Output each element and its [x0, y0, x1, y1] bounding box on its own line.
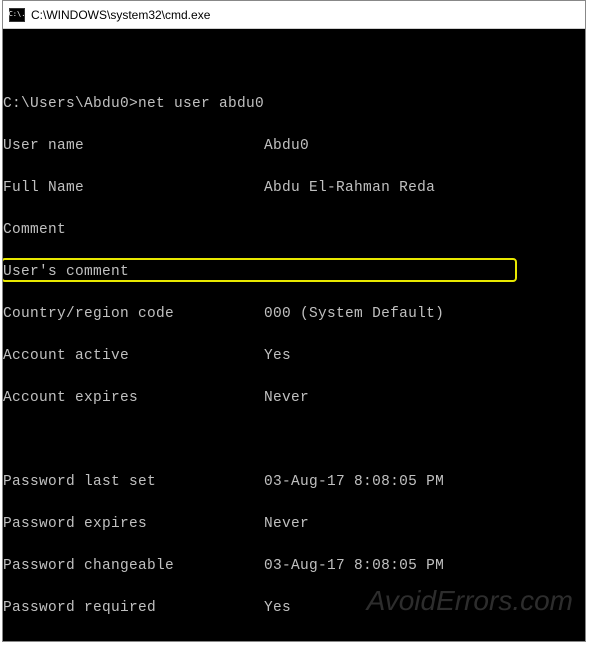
titlebar[interactable]: C:\. C:\WINDOWS\system32\cmd.exe — [3, 1, 585, 29]
field-value: Yes — [264, 600, 291, 616]
field-label: Password last set — [3, 474, 264, 490]
field-label: Password expires — [3, 516, 264, 532]
terminal-output[interactable]: C:\Users\Abdu0>net user abdu0 User name … — [3, 29, 585, 641]
field-label: Account active — [3, 348, 264, 364]
field-value: 000 (System Default) — [264, 306, 444, 322]
field-label: Password changeable — [3, 558, 264, 574]
field-label: Password required — [3, 600, 264, 616]
prompt: C:\Users\Abdu0> — [3, 96, 138, 112]
cmd-icon-text: C:\. — [9, 11, 26, 18]
command-text: net user abdu0 — [138, 96, 264, 112]
field-label: Account expires — [3, 390, 264, 406]
cmd-window: C:\. C:\WINDOWS\system32\cmd.exe C:\User… — [2, 0, 586, 642]
field-value: Never — [264, 390, 309, 406]
field-label: User's comment — [3, 264, 129, 280]
window-title: C:\WINDOWS\system32\cmd.exe — [31, 8, 210, 22]
field-value: 03-Aug-17 8:08:05 PM — [264, 474, 444, 490]
field-value: Abdu El-Rahman Reda — [264, 180, 435, 196]
field-label: User name — [3, 138, 264, 154]
field-label: Comment — [3, 222, 66, 238]
field-value: Yes — [264, 348, 291, 364]
field-value: Abdu0 — [264, 138, 309, 154]
field-value: 03-Aug-17 8:08:05 PM — [264, 558, 444, 574]
cmd-icon: C:\. — [9, 8, 25, 22]
field-value: Never — [264, 516, 309, 532]
field-label: Country/region code — [3, 306, 264, 322]
field-label: Full Name — [3, 180, 264, 196]
